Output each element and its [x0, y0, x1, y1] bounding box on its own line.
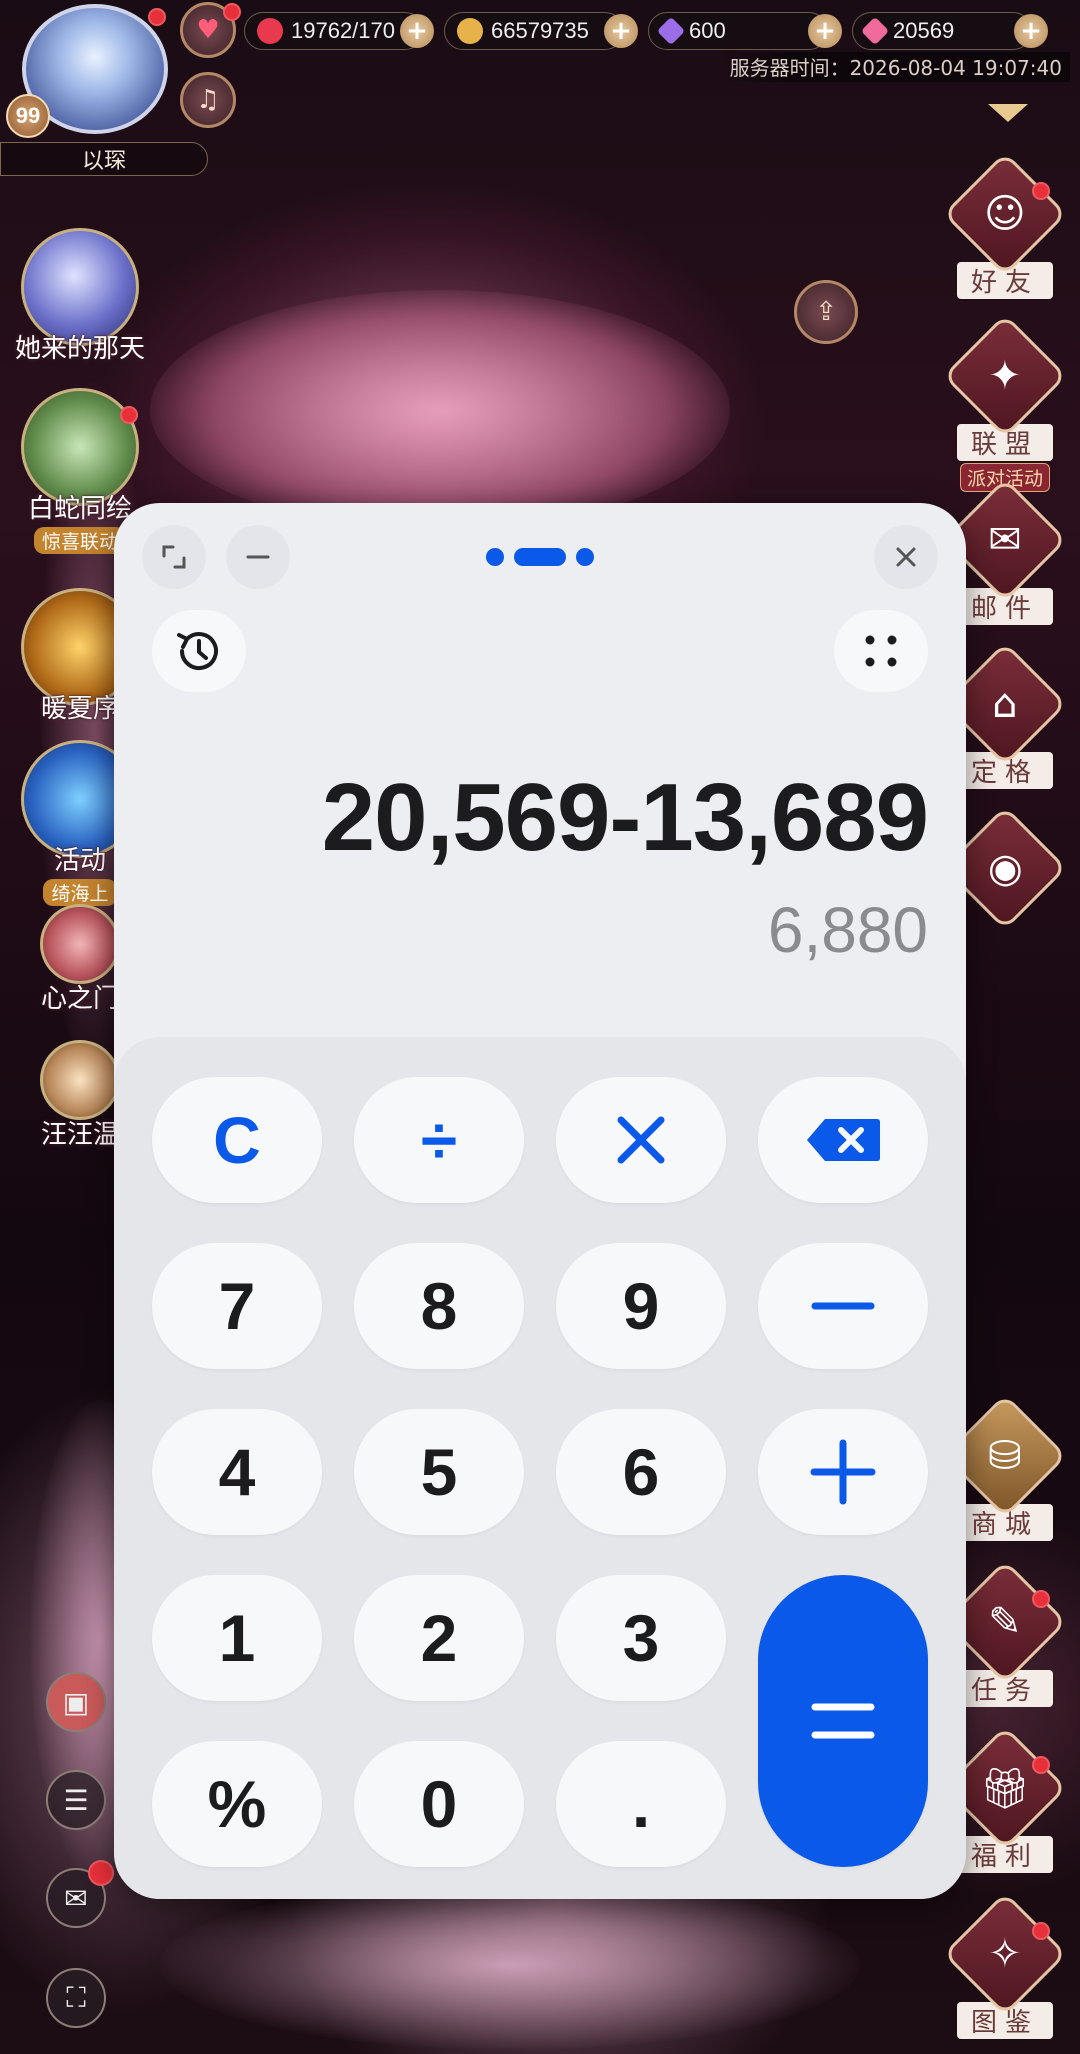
activity-tag: 绮海上	[43, 879, 117, 906]
fullscreen-button[interactable]: ⛶	[46, 1968, 106, 2028]
history-button[interactable]	[152, 610, 246, 692]
drag-dot	[576, 548, 594, 566]
flower-decoration	[160, 1880, 860, 2050]
backspace-button[interactable]	[758, 1077, 928, 1203]
coins-pill: 66579735	[444, 12, 624, 50]
notification-dot	[120, 406, 138, 424]
expand-window-button[interactable]	[142, 525, 206, 589]
notification-dot	[1032, 1590, 1050, 1608]
menu-collection[interactable]: ✧ 图鉴	[942, 1891, 1068, 2039]
list-button[interactable]: ☰	[46, 1770, 106, 1830]
menu-alliance[interactable]: ✦ 联盟 派对活动	[942, 313, 1068, 492]
music-icon: ♫	[196, 85, 220, 115]
fullscreen-icon: ⛶	[66, 1981, 86, 2014]
coins-value: 66579735	[491, 18, 589, 43]
percent-button[interactable]: %	[152, 1741, 322, 1867]
activity-icon	[40, 904, 120, 984]
activity-icon	[40, 1040, 120, 1120]
music-button[interactable]: ♫	[180, 72, 236, 128]
stamina-value: 19762/170	[291, 18, 395, 43]
plus-button[interactable]	[758, 1409, 928, 1535]
activity-her-day[interactable]: 她来的那天	[6, 228, 154, 365]
digit-0-button[interactable]: 0	[354, 1741, 524, 1867]
drag-bar	[514, 548, 566, 566]
chat-icon: ✉	[64, 1881, 88, 1915]
activity-label: 她来的那天	[14, 334, 145, 364]
equals-button[interactable]	[758, 1575, 928, 1867]
server-time: 服务器时间：2026-08-04 19:07:40	[721, 52, 1070, 82]
player-name: 以琛	[0, 142, 208, 176]
notification-dot	[1032, 182, 1050, 200]
alert-badge	[88, 1860, 114, 1886]
clear-button[interactable]: C	[152, 1077, 322, 1203]
multiply-icon	[617, 1116, 665, 1164]
digit-6-button[interactable]: 6	[556, 1409, 726, 1535]
cat-coin-icon	[457, 18, 483, 44]
equals-icon	[811, 1703, 875, 1739]
digit-2-button[interactable]: 2	[354, 1575, 524, 1701]
grid-dots-icon	[865, 635, 897, 667]
digit-4-button[interactable]: 4	[152, 1409, 322, 1535]
digit-3-button[interactable]: 3	[556, 1575, 726, 1701]
chat-button[interactable]: ✉	[46, 1860, 114, 1928]
pink-gem-icon	[860, 16, 890, 46]
minus-button[interactable]	[758, 1243, 928, 1369]
digit-5-button[interactable]: 5	[354, 1409, 524, 1535]
multiply-button[interactable]	[556, 1077, 726, 1203]
share-button[interactable]: ⇪	[794, 280, 858, 344]
add-coins-button[interactable]: +	[604, 14, 638, 48]
collection-icon: ✧	[942, 1891, 1068, 2017]
scientific-mode-button[interactable]	[834, 610, 928, 692]
alliance-icon: ✦	[942, 313, 1068, 439]
notification-dot	[223, 3, 241, 21]
card-button[interactable]: ▣	[46, 1672, 106, 1732]
decimal-button[interactable]: .	[556, 1741, 726, 1867]
drag-handle[interactable]	[486, 548, 598, 566]
expand-icon	[162, 545, 186, 569]
diamonds-pill: 600	[648, 12, 828, 50]
list-icon: ☰	[63, 1783, 89, 1817]
notification-dot	[1032, 1756, 1050, 1774]
notification-dot	[148, 8, 166, 26]
notification-dot	[1032, 1922, 1050, 1940]
minimize-window-button[interactable]	[226, 525, 290, 589]
history-clock-icon	[177, 632, 218, 671]
expression-display: 20,569-13,689	[321, 764, 929, 871]
digit-1-button[interactable]: 1	[152, 1575, 322, 1701]
favorite-button[interactable]: ♥	[180, 2, 241, 58]
keypad: C ÷ 7 8 9 4 5 6 1 2 3 % 0 .	[114, 1037, 966, 1899]
stamina-pill: 19762/170	[244, 12, 424, 50]
result-display: 6,880	[767, 894, 928, 966]
minus-icon	[811, 1302, 875, 1310]
close-icon	[896, 547, 916, 567]
add-gems-button[interactable]: +	[1014, 14, 1048, 48]
collapse-chevron-icon[interactable]	[988, 104, 1028, 122]
heart-icon	[257, 18, 283, 44]
minimize-icon	[246, 555, 270, 559]
friends-icon: ☺	[942, 151, 1068, 277]
backspace-icon	[807, 1119, 880, 1161]
digit-7-button[interactable]: 7	[152, 1243, 322, 1369]
divide-button[interactable]: ÷	[354, 1077, 524, 1203]
diamond-icon	[656, 16, 686, 46]
drag-dot	[486, 548, 504, 566]
digit-9-button[interactable]: 9	[556, 1243, 726, 1369]
level-badge: 99	[6, 94, 50, 138]
digit-8-button[interactable]: 8	[354, 1243, 524, 1369]
close-window-button[interactable]	[874, 525, 938, 589]
card-icon: ▣	[62, 1685, 90, 1719]
heart-icon: ♥	[196, 15, 220, 45]
menu-friends[interactable]: ☺ 好友	[942, 151, 1068, 299]
flower-decoration	[150, 290, 730, 530]
calculator-window: 20,569-13,689 6,880 C ÷ 7 8 9 4 5 6 1 2 …	[114, 503, 966, 1899]
gems-value: 20569	[893, 18, 955, 43]
add-diamonds-button[interactable]: +	[808, 14, 842, 48]
add-stamina-button[interactable]: +	[400, 14, 434, 48]
activity-tag: 惊喜联动	[33, 527, 126, 554]
share-icon: ⇪	[815, 297, 837, 327]
plus-icon	[810, 1439, 876, 1505]
diamonds-value: 600	[689, 18, 726, 43]
gems-pill: 20569	[852, 12, 1032, 50]
